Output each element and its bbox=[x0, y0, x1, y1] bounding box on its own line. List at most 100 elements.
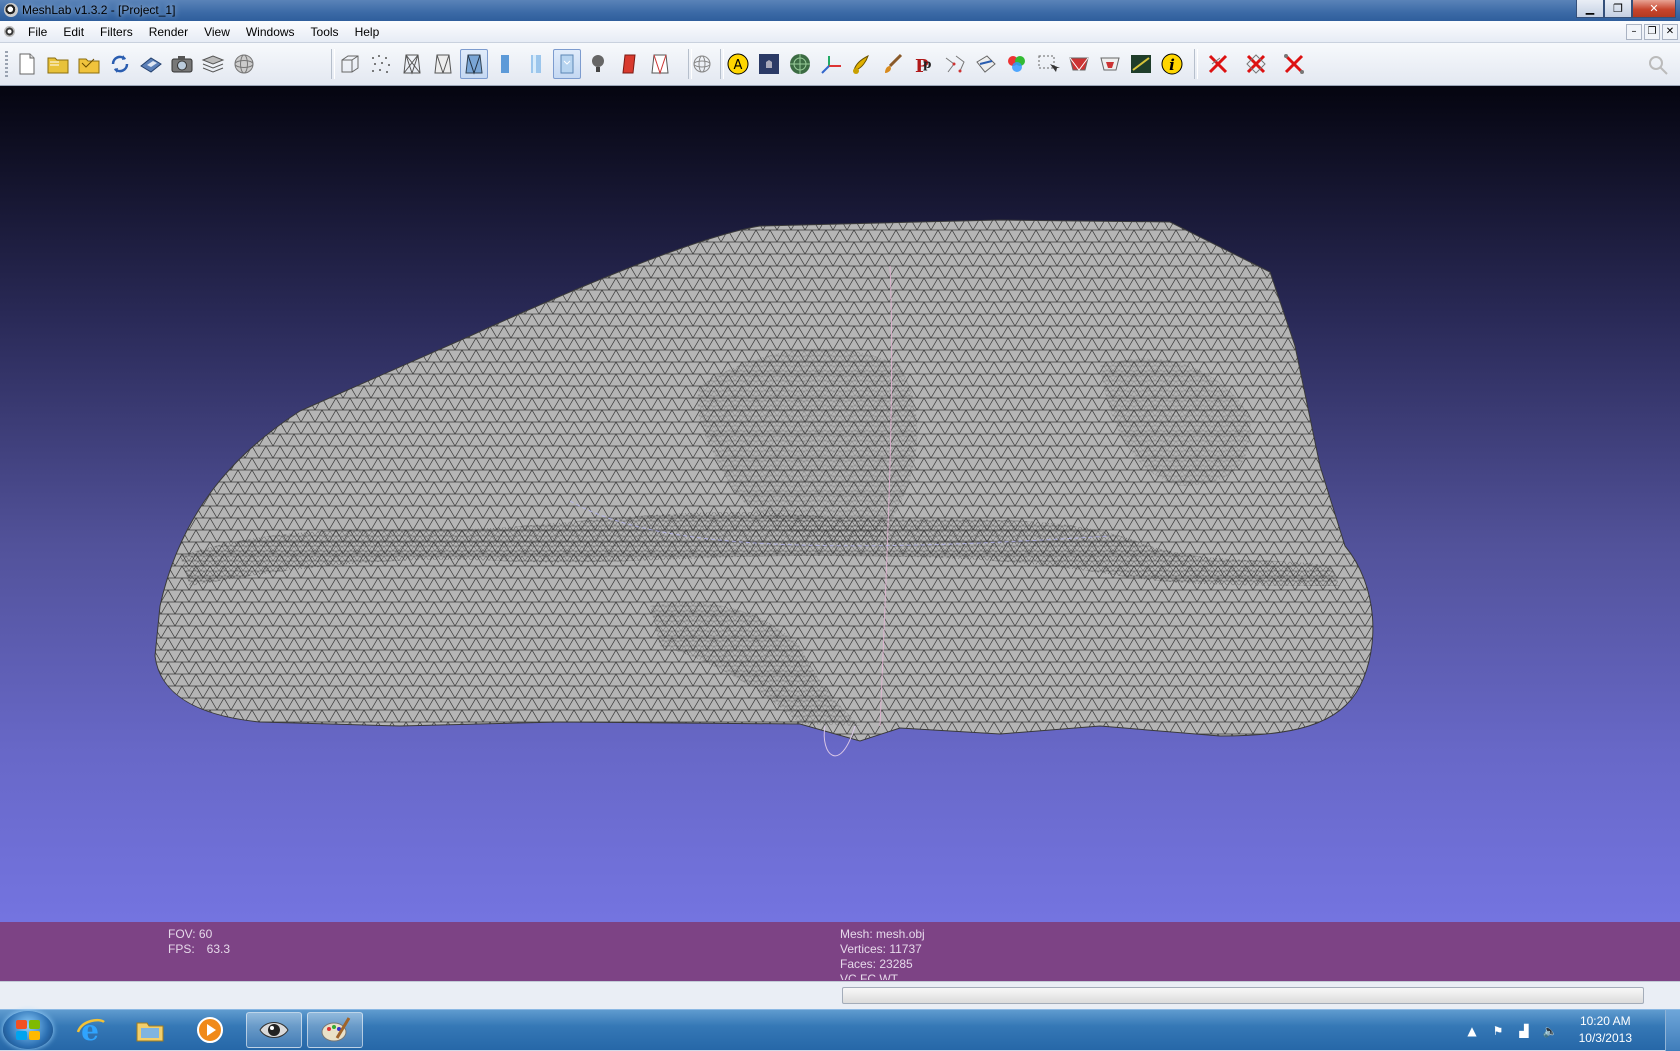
meshlab-app-icon bbox=[4, 3, 18, 17]
bbox-button[interactable] bbox=[336, 49, 364, 79]
document-icon[interactable] bbox=[4, 26, 15, 37]
mdi-minimize-button[interactable]: – bbox=[1626, 24, 1642, 40]
align-button[interactable] bbox=[941, 49, 969, 79]
sphere-icon bbox=[234, 54, 254, 74]
wireframe-button[interactable] bbox=[398, 49, 426, 79]
raster-button[interactable] bbox=[755, 49, 783, 79]
new-project-button[interactable] bbox=[13, 49, 41, 79]
minimize-button[interactable]: ▁ bbox=[1576, 0, 1604, 18]
paint-button[interactable] bbox=[848, 49, 876, 79]
3d-viewport[interactable] bbox=[0, 86, 1680, 922]
hidden-lines-button[interactable] bbox=[429, 49, 457, 79]
backface-button[interactable] bbox=[615, 49, 643, 79]
annotation-icon: A bbox=[727, 53, 749, 75]
progress-bar bbox=[842, 987, 1644, 1004]
show-desktop-button[interactable] bbox=[1665, 1010, 1680, 1051]
flat-button[interactable] bbox=[491, 49, 519, 79]
minimize-icon: ▁ bbox=[1585, 2, 1595, 15]
taskbar-paint[interactable] bbox=[307, 1012, 363, 1048]
mdi-restore-button[interactable]: ❐ bbox=[1644, 24, 1660, 40]
layers-icon bbox=[201, 55, 225, 73]
network-icon[interactable]: ▟ bbox=[1516, 1023, 1532, 1039]
pick-points-button[interactable]: Pp bbox=[910, 49, 938, 79]
faces-count: Faces: 23285 bbox=[840, 957, 913, 971]
action-center-flag-icon[interactable]: ⚑ bbox=[1490, 1023, 1506, 1039]
mdi-close-button[interactable]: ✕ bbox=[1662, 24, 1678, 40]
show-hidden-icons-icon[interactable]: ▲ bbox=[1464, 1023, 1480, 1039]
clock-time: 10:20 AM bbox=[1579, 1014, 1631, 1028]
layers-button[interactable] bbox=[199, 49, 227, 79]
taskbar-meshlab[interactable] bbox=[246, 1012, 302, 1048]
brush-button[interactable] bbox=[879, 49, 907, 79]
select-vertices-icon bbox=[1038, 55, 1060, 72]
menu-render[interactable]: Render bbox=[141, 21, 196, 43]
hidden-lines-icon bbox=[434, 54, 452, 74]
measure-button[interactable] bbox=[1127, 49, 1155, 79]
windows-taskbar: e ▲ ⚑ ▟ 🔈 10:20 AM 10/3/2013 bbox=[0, 1009, 1680, 1051]
toolbar-grip[interactable] bbox=[5, 51, 8, 79]
import-mesh-button[interactable] bbox=[75, 49, 103, 79]
measure-icon bbox=[1131, 55, 1151, 73]
flat-icon bbox=[501, 55, 509, 73]
texture-button[interactable] bbox=[553, 49, 581, 79]
flat-lines-button[interactable] bbox=[460, 49, 488, 79]
snapshot-icon bbox=[171, 56, 193, 73]
start-button[interactable] bbox=[3, 1011, 53, 1049]
mesh-render bbox=[154, 219, 1374, 757]
annotation-button[interactable]: A bbox=[724, 49, 752, 79]
delete-faces-icon bbox=[1246, 54, 1266, 74]
select-vertices-button[interactable] bbox=[1034, 49, 1062, 79]
points-button[interactable] bbox=[367, 49, 395, 79]
menu-filters[interactable]: Filters bbox=[92, 21, 141, 43]
maximize-button[interactable]: ❐ bbox=[1604, 0, 1632, 18]
selected-faces-button[interactable] bbox=[646, 49, 674, 79]
smooth-icon bbox=[531, 55, 541, 73]
status-bar bbox=[0, 981, 1680, 1009]
light-button[interactable] bbox=[584, 49, 612, 79]
trackball-button[interactable] bbox=[688, 49, 716, 79]
pick-points-icon: Pp bbox=[915, 56, 931, 76]
snapshot-button[interactable] bbox=[168, 49, 196, 79]
vertices-count: Vertices: 11737 bbox=[840, 942, 922, 956]
manipulator-icon bbox=[976, 55, 996, 73]
select-region-button[interactable] bbox=[1096, 49, 1124, 79]
trackball-icon bbox=[693, 55, 711, 73]
taskbar-media-player[interactable] bbox=[182, 1012, 238, 1048]
info-icon: i bbox=[1161, 53, 1183, 75]
menu-tools[interactable]: Tools bbox=[303, 21, 347, 43]
search-icon[interactable] bbox=[1646, 53, 1670, 77]
menu-view[interactable]: View bbox=[196, 21, 238, 43]
fov-readout: FOV: 60 bbox=[168, 927, 213, 941]
reload-button[interactable] bbox=[106, 49, 134, 79]
delete-vertices-button[interactable] bbox=[1204, 49, 1232, 79]
windows-logo-icon bbox=[16, 1020, 40, 1040]
points-icon bbox=[372, 55, 390, 73]
info-button[interactable]: i bbox=[1158, 49, 1186, 79]
mesh-sphere-button[interactable] bbox=[786, 49, 814, 79]
sphere-button[interactable] bbox=[230, 49, 258, 79]
mesh-model bbox=[154, 219, 1374, 757]
menu-file[interactable]: File bbox=[20, 21, 55, 43]
menu-windows[interactable]: Windows bbox=[238, 21, 303, 43]
delete-faces-button[interactable] bbox=[1242, 49, 1270, 79]
select-faces-button[interactable] bbox=[1065, 49, 1093, 79]
close-button[interactable]: ✕ bbox=[1632, 0, 1676, 18]
axis-icon bbox=[821, 56, 841, 74]
taskbar-clock[interactable]: 10:20 AM 10/3/2013 bbox=[1579, 1013, 1632, 1047]
menu-edit[interactable]: Edit bbox=[55, 21, 92, 43]
color-button[interactable] bbox=[1003, 49, 1031, 79]
taskbar-file-explorer[interactable] bbox=[122, 1012, 178, 1048]
main-toolbar: A Pp i bbox=[0, 43, 1680, 86]
flat-lines-icon bbox=[465, 54, 483, 75]
delete-all-button[interactable] bbox=[1280, 49, 1308, 79]
taskbar-internet-explorer[interactable]: e bbox=[62, 1012, 118, 1048]
manipulator-button[interactable] bbox=[972, 49, 1000, 79]
open-project-button[interactable] bbox=[44, 49, 72, 79]
smooth-button[interactable] bbox=[522, 49, 550, 79]
svg-text:p: p bbox=[923, 57, 931, 71]
menu-help[interactable]: Help bbox=[347, 21, 388, 43]
volume-icon[interactable]: 🔈 bbox=[1542, 1023, 1558, 1039]
axis-button[interactable] bbox=[817, 49, 845, 79]
save-button[interactable] bbox=[137, 49, 165, 79]
mesh-name: Mesh: mesh.obj bbox=[840, 927, 925, 941]
